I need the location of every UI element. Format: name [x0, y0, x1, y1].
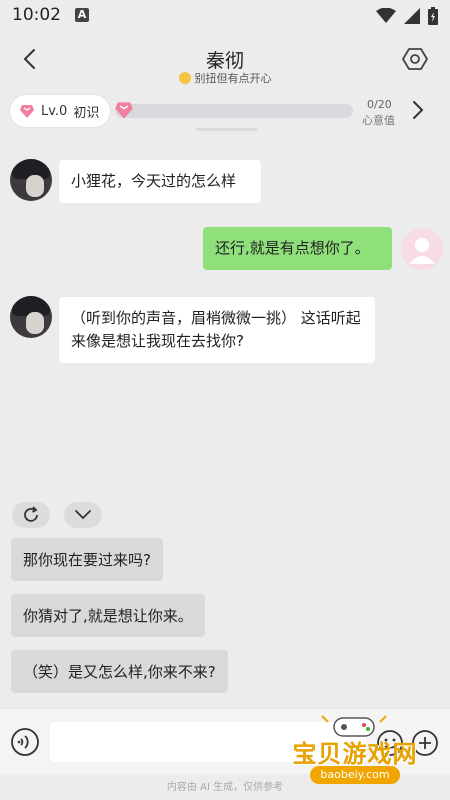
watermark-url: baobeiy.com: [310, 766, 400, 784]
level-stage: 初识: [73, 105, 100, 121]
avatar-face: [26, 175, 44, 197]
character-avatar[interactable]: [10, 159, 52, 201]
status-bar: 10:02 A: [0, 0, 450, 30]
mood-subtitle: 别扭但有点开心: [0, 70, 450, 86]
hexagon-settings-icon: [402, 48, 428, 70]
progress-count: 0/20: [367, 98, 392, 111]
regenerate-button[interactable]: [12, 502, 50, 528]
suggested-reply[interactable]: 那你现在要过来吗?: [11, 538, 163, 581]
chevron-down-icon: [75, 510, 91, 520]
battery-icon: [428, 7, 438, 25]
notification-a-icon: A: [75, 8, 89, 22]
site-watermark: 宝贝游戏网 baobeiy.com: [282, 712, 428, 792]
progress-label: 心意值: [362, 114, 395, 127]
collapse-suggestions-button[interactable]: [64, 502, 102, 528]
default-user-icon: [409, 238, 435, 264]
level-detail-button[interactable]: [412, 100, 428, 122]
signal-icon: [404, 8, 420, 24]
scroll-handle[interactable]: [196, 128, 258, 131]
level-label: Lv.0: [41, 103, 68, 119]
heart-gem-icon: [20, 104, 34, 118]
level-badge[interactable]: Lv.0 初识: [10, 95, 110, 127]
chat-header: 秦彻 别扭但有点开心: [0, 36, 450, 86]
avatar-face: [26, 312, 44, 334]
user-message-bubble[interactable]: 还行,就是有点想你了。: [203, 227, 392, 270]
voice-icon: [11, 728, 39, 756]
chevron-right-icon: [413, 101, 424, 119]
suggested-reply[interactable]: （笑）是又怎么样,你来不来?: [11, 650, 228, 693]
watermark-text: 宝贝游戏网: [292, 740, 418, 768]
status-time: 10:02: [12, 5, 61, 25]
page-title: 秦彻: [205, 50, 244, 72]
affection-progress-bar: [115, 104, 353, 118]
refresh-icon: [24, 506, 38, 522]
character-avatar[interactable]: [10, 296, 52, 338]
ai-message-bubble[interactable]: （听到你的声音，眉梢微微一挑） 这话听起来像是想让我现在去找你?: [59, 297, 375, 363]
mood-text: 别扭但有点开心: [194, 72, 272, 85]
mood-emoji-icon: [178, 72, 191, 84]
user-avatar[interactable]: [401, 228, 443, 270]
wifi-icon: [376, 8, 396, 23]
settings-button[interactable]: [402, 46, 428, 72]
ai-message-bubble[interactable]: 小狸花，今天过的怎么样: [59, 160, 261, 203]
suggested-reply[interactable]: 你猜对了,就是想让你来。: [11, 594, 205, 637]
voice-input-button[interactable]: [10, 727, 40, 757]
progress-gem: [114, 101, 134, 124]
status-icons: [376, 7, 438, 25]
heart-gem-icon: [115, 102, 133, 119]
